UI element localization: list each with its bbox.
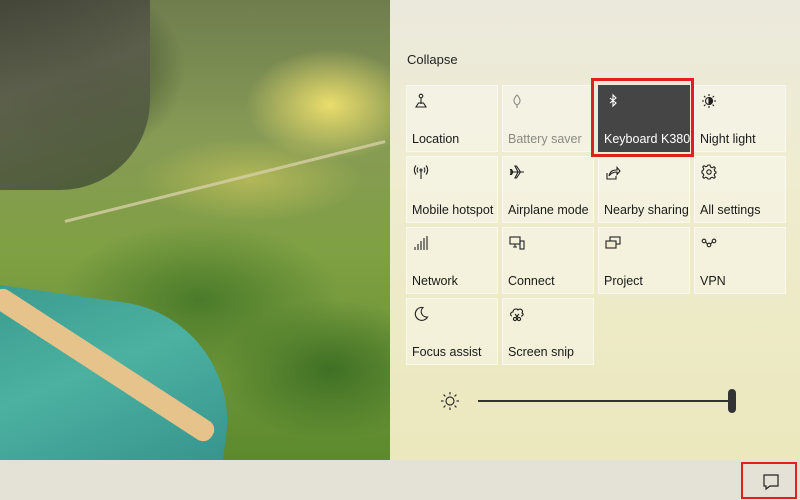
tile-airplane-mode[interactable]: Airplane mode	[502, 156, 594, 223]
moon-icon	[413, 306, 429, 322]
tile-all-settings[interactable]: All settings	[694, 156, 786, 223]
tile-mobile-hotspot[interactable]: Mobile hotspot	[406, 156, 498, 223]
tile-label: Location	[412, 132, 460, 146]
tile-label: Mobile hotspot	[412, 203, 494, 217]
tile-connect[interactable]: Connect	[502, 227, 594, 294]
tile-label: Airplane mode	[508, 203, 589, 217]
action-center-icon	[763, 474, 779, 491]
night-light-icon	[701, 93, 717, 109]
nearby-sharing-icon	[605, 164, 621, 180]
gear-icon	[701, 164, 717, 180]
tile-battery-saver[interactable]: Battery saver	[502, 85, 594, 152]
battery-saver-icon	[509, 93, 525, 109]
tile-label: Screen snip	[508, 345, 575, 359]
tile-bluetooth-keyboard[interactable]: Keyboard K380	[598, 85, 690, 152]
airplane-icon	[509, 164, 525, 180]
location-icon	[413, 93, 429, 109]
tile-label: Project	[604, 274, 643, 288]
taskbar	[0, 460, 800, 500]
tile-location[interactable]: Location	[406, 85, 498, 152]
project-icon	[605, 235, 621, 251]
tile-screen-snip[interactable]: Screen snip	[502, 298, 594, 365]
tile-project[interactable]: Project	[598, 227, 690, 294]
action-center-button[interactable]	[741, 462, 797, 499]
mobile-hotspot-icon	[413, 164, 429, 180]
desktop-wallpaper	[0, 0, 390, 460]
tile-focus-assist[interactable]: Focus assist	[406, 298, 498, 365]
tile-label: Connect	[508, 274, 555, 288]
tile-label: All settings	[700, 203, 761, 217]
bluetooth-icon	[605, 93, 621, 109]
tile-label: Battery saver	[508, 132, 582, 146]
vpn-icon	[701, 235, 717, 251]
brightness-slider-thumb[interactable]	[728, 389, 736, 413]
tile-nearby-sharing[interactable]: Nearby sharing	[598, 156, 690, 223]
network-icon	[413, 235, 429, 251]
wallpaper-cliff	[0, 0, 150, 190]
tile-label: Network	[412, 274, 458, 288]
tile-label: Focus assist	[412, 345, 482, 359]
tile-label: Nearby sharing	[604, 203, 689, 217]
tile-label: Night light	[700, 132, 756, 146]
collapse-link[interactable]: Collapse	[407, 52, 458, 67]
brightness-slider-track[interactable]	[478, 400, 733, 402]
connect-icon	[509, 235, 525, 251]
tile-label: VPN	[700, 274, 726, 288]
brightness-icon	[440, 391, 460, 411]
screen-snip-icon	[509, 306, 525, 322]
tile-label: Keyboard K380	[604, 132, 691, 146]
tile-vpn[interactable]: VPN	[694, 227, 786, 294]
tile-network[interactable]: Network	[406, 227, 498, 294]
tile-night-light[interactable]: Night light	[694, 85, 786, 152]
